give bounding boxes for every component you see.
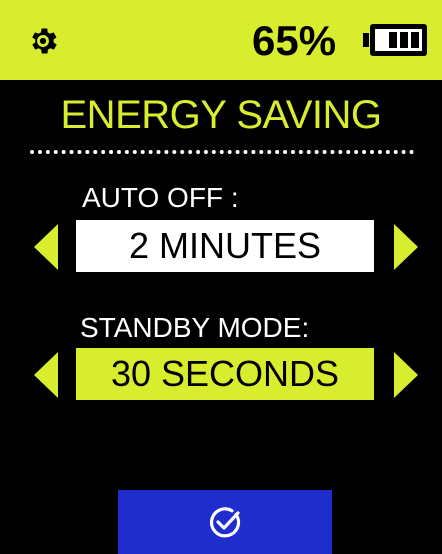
standby-mode-prev-arrow-icon[interactable] — [34, 352, 58, 398]
battery-level-fill — [389, 32, 419, 48]
standby-mode-next-arrow-icon[interactable] — [394, 352, 418, 398]
standby-mode-label: STANDBY MODE: — [80, 312, 310, 343]
battery-cell — [389, 32, 397, 48]
check-circle-icon — [209, 507, 241, 538]
auto-off-value: 2 MINUTES — [76, 220, 374, 272]
confirm-button[interactable] — [118, 490, 332, 554]
auto-off-next-arrow-icon[interactable] — [394, 224, 418, 270]
auto-off-prev-arrow-icon[interactable] — [34, 224, 58, 270]
battery-cell — [400, 32, 408, 48]
battery-cell — [411, 32, 419, 48]
status-bar: 65% — [0, 0, 442, 80]
standby-mode-value: 30 SECONDS — [76, 348, 374, 400]
battery-icon — [363, 24, 427, 56]
auto-off-label: AUTO OFF : — [82, 182, 239, 213]
page-title: ENERGY SAVING — [60, 93, 383, 137]
title-divider — [30, 150, 414, 154]
battery-percentage: 65% — [252, 17, 337, 64]
gear-icon[interactable] — [26, 24, 60, 58]
